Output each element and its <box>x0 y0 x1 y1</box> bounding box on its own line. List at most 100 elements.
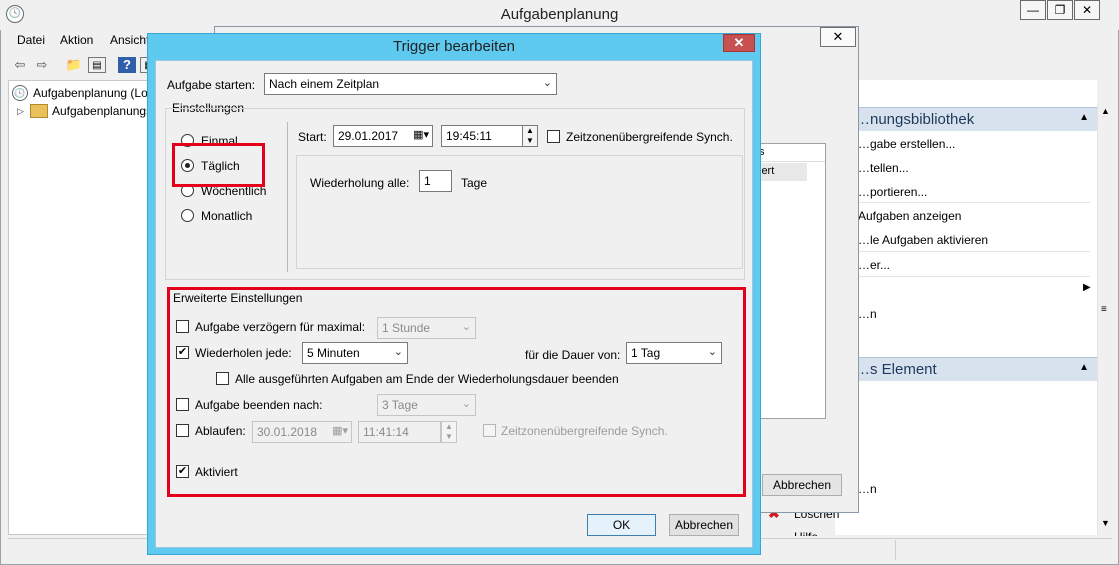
properties-icon[interactable]: ▤ <box>88 57 106 73</box>
stop-after-value: 3 Tage <box>382 398 418 412</box>
start-task-value: Nach einem Zeitplan <box>269 77 380 91</box>
scroll-grip-icon[interactable]: ≡ <box>1101 304 1107 315</box>
back-dialog-list[interactable]: s iert <box>754 143 826 419</box>
sync-label[interactable]: Zeitzonenübergreifende Synch. <box>566 130 733 144</box>
repeat-every-label: Wiederholung alle: <box>310 176 410 190</box>
start-task-label: Aufgabe starten: <box>167 78 256 92</box>
main-window-title: Aufgabenplanung <box>500 6 619 23</box>
expire-checkbox[interactable] <box>176 424 189 437</box>
repeat-unit-label: Tage <box>461 176 488 190</box>
collapse-icon[interactable]: ▲ <box>1079 112 1089 123</box>
statusbar-divider <box>895 540 896 560</box>
start-time-spinner[interactable]: ▲ ▼ <box>522 125 538 147</box>
repeat-label[interactable]: Wiederholen jede: <box>195 346 292 360</box>
advanced-group-label: Erweiterte Einstellungen <box>173 291 303 305</box>
trigger-dialog-title: Trigger bearbeiten <box>392 38 515 55</box>
chevron-down-icon: ⌄ <box>393 346 403 358</box>
menu-datei[interactable]: Datei <box>17 33 45 47</box>
radio-monthly-label[interactable]: Monatlich <box>201 209 252 223</box>
chevron-down-icon: ⌄ <box>707 346 717 358</box>
actions-header-library[interactable]: …nungsbibliothek ▲ <box>835 107 1097 131</box>
action-refresh[interactable]: …n <box>858 307 877 321</box>
action-import[interactable]: …portieren... <box>858 185 927 199</box>
expire-time-spinner[interactable]: ▲ ▼ <box>441 421 457 443</box>
help-icon[interactable]: ? <box>118 57 136 73</box>
enabled-checkbox[interactable]: ✔ <box>176 465 189 478</box>
start-date-value: 29.01.2017 <box>338 129 399 143</box>
scroll-down-icon[interactable]: ▼ <box>1101 518 1110 528</box>
start-task-combo[interactable]: Nach einem Zeitplan ⌄ <box>264 73 557 95</box>
recurrence-panel <box>296 155 743 269</box>
repeat-every-input[interactable]: 1 <box>419 170 452 192</box>
menu-ansicht[interactable]: Ansicht <box>110 33 149 47</box>
action-show-running[interactable]: Aufgaben anzeigen <box>858 209 961 223</box>
folder-up-icon[interactable]: 📁 <box>65 57 83 73</box>
highlight-daily <box>172 143 265 187</box>
delay-label[interactable]: Aufgabe verzögern für maximal: <box>195 320 365 334</box>
action-create-task[interactable]: …gabe erstellen... <box>858 137 955 151</box>
expire-sync-label[interactable]: Zeitzonenübergreifende Synch. <box>501 424 668 438</box>
actions-separator <box>850 276 1090 277</box>
delay-combo[interactable]: 1 Stunde ⌄ <box>377 317 476 339</box>
back-cancel-button[interactable]: Abbrechen <box>762 474 842 496</box>
maximize-button[interactable]: ❐ <box>1047 0 1073 20</box>
sync-checkbox[interactable] <box>547 130 560 143</box>
collapse-icon[interactable]: ▲ <box>1079 362 1089 373</box>
stop-after-checkbox[interactable] <box>176 398 189 411</box>
calendar-icon[interactable]: ▦▾ <box>332 424 348 437</box>
ok-button[interactable]: OK <box>587 514 656 536</box>
menu-aktion[interactable]: Aktion <box>60 33 93 47</box>
tree-library[interactable]: Aufgabenplanungsbibliothek <box>52 104 147 118</box>
expire-time-field[interactable]: 11:41:14 <box>358 421 441 443</box>
actions-header-library-label: …nungsbibliothek <box>855 111 975 128</box>
expire-time-value: 11:41:14 <box>363 425 409 439</box>
close-main-button[interactable]: ✕ <box>1074 0 1100 20</box>
chevron-down-icon: ⌄ <box>461 321 471 333</box>
action-create[interactable]: …tellen... <box>858 161 909 175</box>
repeat-checkbox[interactable]: ✔ <box>176 346 189 359</box>
task-scheduler-icon: 🕓 <box>12 85 28 101</box>
duration-value: 1 Tag <box>631 346 661 360</box>
back-dialog-close-button[interactable]: ✕ <box>820 27 856 47</box>
submenu-arrow-icon[interactable]: ▶ <box>1083 282 1091 293</box>
action-export[interactable]: …n <box>858 482 877 496</box>
forward-arrow-icon[interactable]: ⇨ <box>33 57 51 73</box>
settings-divider <box>287 122 288 272</box>
tree-root[interactable]: Aufgabenplanung (Lokal) <box>33 86 147 100</box>
stop-after-combo[interactable]: 3 Tage ⌄ <box>377 394 476 416</box>
list-item[interactable]: iert <box>755 163 807 181</box>
expire-label[interactable]: Ablaufen: <box>195 424 246 438</box>
repeat-every-value: 1 <box>424 174 431 188</box>
stop-after-label[interactable]: Aufgabe beenden nach: <box>195 398 322 412</box>
actions-separator <box>850 251 1090 252</box>
radio-monthly[interactable] <box>181 209 194 222</box>
delay-value: 1 Stunde <box>382 321 431 335</box>
scroll-up-icon[interactable]: ▲ <box>1101 106 1110 116</box>
list-header[interactable]: s <box>755 144 825 162</box>
action-help[interactable]: Hilfe <box>794 530 818 536</box>
minimize-button[interactable]: — <box>1020 0 1046 20</box>
action-new-folder[interactable]: …er... <box>858 258 890 272</box>
enabled-label[interactable]: Aktiviert <box>195 465 238 479</box>
stop-all-label[interactable]: Alle ausgeführten Aufgaben am Ende der W… <box>235 372 619 386</box>
actions-header-element[interactable]: …s Element ▲ <box>835 357 1097 381</box>
repeat-interval-combo[interactable]: 5 Minuten ⌄ <box>302 342 408 364</box>
expand-arrow-icon[interactable]: ▷ <box>17 106 24 117</box>
cancel-button[interactable]: Abbrechen <box>669 514 739 536</box>
expire-date-picker[interactable]: 30.01.2018 ▦▾ <box>252 421 352 443</box>
back-arrow-icon[interactable]: ⇦ <box>11 57 29 73</box>
duration-label: für die Dauer von: <box>525 348 621 362</box>
chevron-down-icon: ⌄ <box>542 77 552 89</box>
start-label: Start: <box>298 130 327 144</box>
expire-sync-checkbox[interactable] <box>483 424 496 437</box>
vertical-scrollbar[interactable]: ▲ ≡ ▼ <box>1097 104 1113 534</box>
actions-header-element-label: …s Element <box>855 361 937 378</box>
stop-all-checkbox[interactable] <box>216 372 229 385</box>
duration-combo[interactable]: 1 Tag ⌄ <box>626 342 722 364</box>
start-date-picker[interactable]: 29.01.2017 ▦▾ <box>333 125 433 147</box>
start-time-field[interactable]: 19:45:11 <box>441 125 523 147</box>
calendar-icon[interactable]: ▦▾ <box>413 128 429 141</box>
action-enable-history[interactable]: …le Aufgaben aktivieren <box>858 233 988 247</box>
trigger-dialog-close-button[interactable]: ✕ <box>723 34 755 52</box>
delay-checkbox[interactable] <box>176 320 189 333</box>
